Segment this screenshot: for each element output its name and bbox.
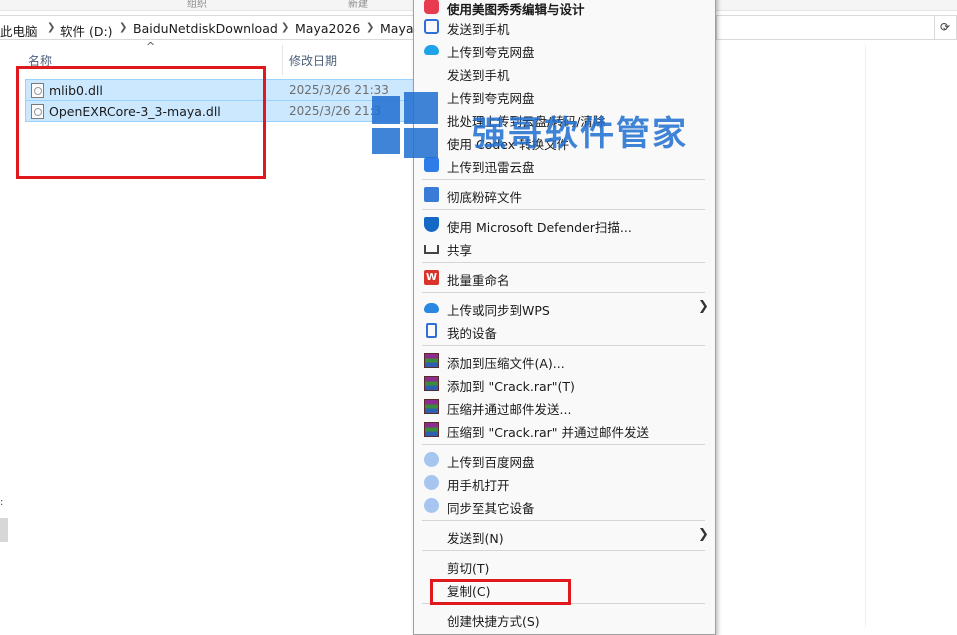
menu-separator (422, 345, 705, 346)
xunlei-icon (424, 157, 439, 172)
menu-item-label: 批量重命名 (447, 273, 510, 288)
breadcrumb-separator-icon[interactable]: ❯ (47, 22, 55, 33)
menu-item-label: 用手机打开 (447, 478, 510, 493)
breadcrumb-drive-d[interactable]: 软件 (D:) (60, 21, 113, 40)
quark-cloud-icon (424, 45, 439, 55)
wps-rename-icon: W (424, 270, 439, 285)
breadcrumb-maya2026[interactable]: Maya2026 (295, 21, 360, 36)
share-icon (424, 245, 439, 254)
menu-separator (422, 520, 705, 521)
submenu-arrow-icon: ❯ (698, 527, 709, 542)
menu-separator (422, 209, 705, 210)
menu-item-baidu-upload[interactable]: 上传到百度网盘 (414, 448, 715, 471)
menu-item-label: 添加到压缩文件(A)... (447, 356, 565, 371)
menu-item-label: 剪切(T) (447, 561, 490, 576)
shredder-icon (424, 187, 439, 202)
ribbon-group-new: 新建 (348, 0, 368, 10)
menu-item-quark-upload-2[interactable]: 上传到夸克网盘 (414, 84, 715, 107)
menu-item-label: 彻底粉碎文件 (447, 190, 523, 205)
address-bar-tail[interactable] (716, 15, 934, 40)
left-edge-fragment: : (0, 497, 4, 508)
menu-item-xunlei[interactable]: 上传到迅雷云盘 (414, 153, 715, 176)
menu-item-my-device[interactable]: 我的设备 (414, 319, 715, 342)
menu-item-label: 上传到夸克网盘 (447, 91, 535, 106)
address-bar[interactable]: 此电脑 ❯ 软件 (D:) ❯ BaiduNetdiskDownload ❯ M… (0, 15, 414, 40)
menu-item-convert[interactable]: 使用 Codex 转换文件 (414, 130, 715, 153)
context-menu: 使用美图秀秀编辑与设计 发送到手机 上传到夸克网盘 发送到手机 上传到夸克网盘 … (413, 0, 716, 635)
menu-separator (422, 179, 705, 180)
winrar-icon (424, 422, 439, 437)
menu-item-defender[interactable]: 使用 Microsoft Defender扫描... (414, 213, 715, 236)
baidu-cloud-icon (424, 452, 439, 467)
menu-item-sync-devices[interactable]: 同步至其它设备 (414, 494, 715, 517)
breadcrumb-separator-icon[interactable]: ❯ (281, 22, 289, 33)
breadcrumb-baidunetdisk[interactable]: BaiduNetdiskDownload (133, 21, 278, 36)
breadcrumb-separator-icon[interactable]: ❯ (119, 22, 127, 33)
menu-item-label: 发送到手机 (447, 22, 510, 37)
menu-item-compress-crack-email[interactable]: 压缩到 "Crack.rar" 并通过邮件发送 (414, 418, 715, 441)
submenu-arrow-icon: ❯ (698, 299, 709, 314)
baidu-cloud-icon (424, 475, 439, 490)
menu-item-label: 发送到(N) (447, 531, 504, 546)
baidu-cloud-icon (424, 498, 439, 513)
file-date: 2025/3/26 21:3 (289, 104, 382, 118)
menu-item-label: 共享 (447, 243, 473, 258)
menu-item-open-on-phone[interactable]: 用手机打开 (414, 471, 715, 494)
menu-item-send-to-phone[interactable]: 发送到手机 (414, 15, 715, 38)
watermark-logo-icon (372, 128, 400, 154)
menu-item-label: 压缩并通过邮件发送... (447, 402, 572, 417)
file-date: 2025/3/26 21:33 (289, 83, 389, 97)
breadcrumb-maya[interactable]: Maya (380, 21, 414, 36)
highlight-box-files (16, 66, 266, 179)
menu-item-label: 压缩到 "Crack.rar" 并通过邮件发送 (447, 425, 649, 440)
menu-item-add-crack-rar[interactable]: 添加到 "Crack.rar"(T) (414, 372, 715, 395)
menu-item-label: 添加到 "Crack.rar"(T) (447, 379, 575, 394)
defender-shield-icon (424, 217, 439, 232)
wps-cloud-icon (424, 303, 439, 313)
menu-item-compress-email[interactable]: 压缩并通过邮件发送... (414, 395, 715, 418)
column-divider[interactable] (282, 45, 283, 75)
highlight-box-copy (430, 579, 571, 605)
menu-item-label: 创建快捷方式(S) (447, 614, 540, 629)
winrar-icon (424, 353, 439, 368)
menu-item-label: 上传到夸克网盘 (447, 45, 535, 60)
breadcrumb-this-pc[interactable]: 此电脑 (0, 21, 38, 40)
device-icon (426, 323, 437, 338)
left-pane-edge (0, 518, 8, 542)
menu-item-label: 上传或同步到WPS (447, 303, 550, 318)
menu-item-label: 使用 Codex 转换文件 (447, 137, 570, 152)
winrar-icon (424, 376, 439, 391)
meitu-icon (424, 0, 439, 14)
pane-divider (865, 45, 866, 627)
menu-item-batch[interactable]: 批处理上传到云盘/转码/清除 (414, 107, 715, 130)
menu-item-label: 发送到手机 (447, 68, 510, 83)
menu-item-label: 上传到百度网盘 (447, 455, 535, 470)
menu-item-batch-rename[interactable]: W 批量重命名 (414, 266, 715, 289)
menu-item-label: 我的设备 (447, 326, 498, 341)
menu-separator (422, 292, 705, 293)
column-header-modified[interactable]: 修改日期 (289, 52, 337, 69)
menu-item-label: 同步至其它设备 (447, 501, 535, 516)
menu-item-cut[interactable]: 剪切(T) (414, 554, 715, 577)
menu-separator (422, 550, 705, 551)
menu-item-label: 使用 Microsoft Defender扫描... (447, 220, 632, 235)
ribbon-group-organize: 组织 (187, 0, 207, 10)
phone-send-icon (424, 19, 439, 34)
menu-item-send-to[interactable]: 发送到(N) ❯ (414, 524, 715, 547)
menu-separator (422, 262, 705, 263)
menu-item-shred[interactable]: 彻底粉碎文件 (414, 183, 715, 206)
refresh-icon[interactable]: ⟳ (936, 18, 954, 36)
menu-item-label: 批处理上传到云盘/转码/清除 (447, 114, 606, 129)
menu-item-add-archive[interactable]: 添加到压缩文件(A)... (414, 349, 715, 372)
menu-item-wps-sync[interactable]: 上传或同步到WPS ❯ (414, 296, 715, 319)
menu-item-label: 上传到迅雷云盘 (447, 160, 535, 175)
sort-ascending-icon: ^ (146, 40, 156, 53)
winrar-icon (424, 399, 439, 414)
menu-separator (422, 444, 705, 445)
breadcrumb-separator-icon[interactable]: ❯ (366, 22, 374, 33)
menu-item-share[interactable]: 共享 (414, 236, 715, 259)
menu-item-quark-upload[interactable]: 上传到夸克网盘 (414, 38, 715, 61)
menu-item-send-to-phone-2[interactable]: 发送到手机 (414, 61, 715, 84)
